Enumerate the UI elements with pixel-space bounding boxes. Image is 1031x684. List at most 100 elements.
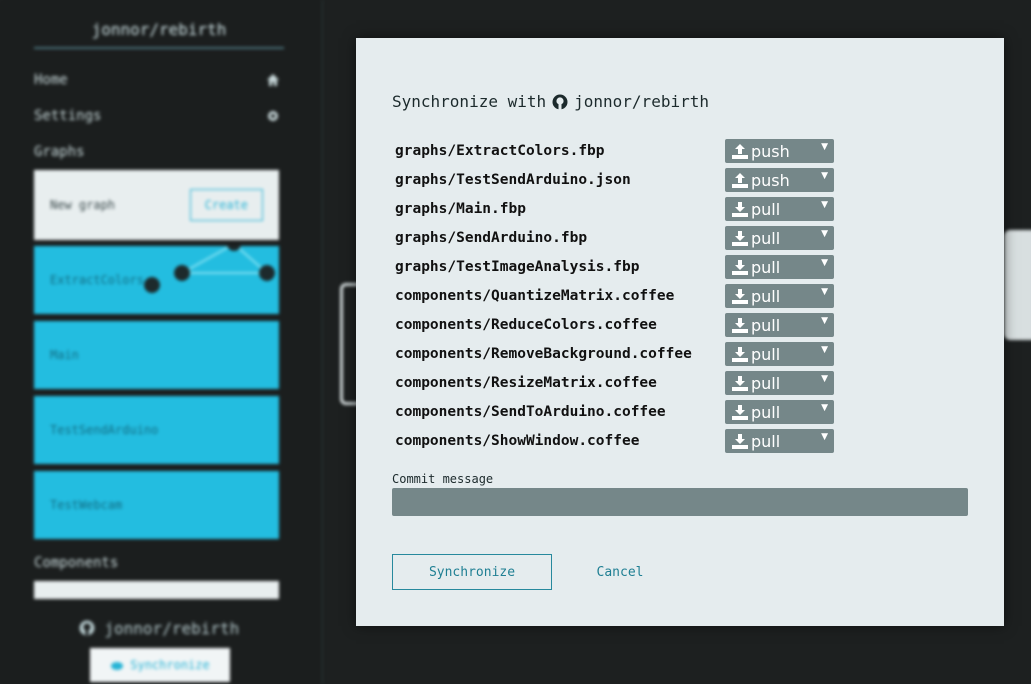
- file-row: graphs/TestImageAnalysis.fbp pull ▼: [395, 252, 834, 281]
- graph-card-label: TestSendArduino: [50, 423, 159, 437]
- file-name: components/SendToArduino.coffee: [395, 403, 666, 420]
- sidebar-sync-button[interactable]: Synchronize: [90, 648, 230, 682]
- sync-action-label: pull: [751, 315, 781, 335]
- caret-down-icon: ▼: [821, 403, 828, 413]
- sidebar-item-label: Settings: [34, 108, 102, 124]
- create-graph-button[interactable]: Create: [189, 189, 263, 221]
- upload-icon: [732, 172, 748, 188]
- sidebar-item-label: Home: [34, 72, 68, 88]
- caret-down-icon: ▼: [821, 142, 828, 152]
- sync-action-select[interactable]: pull ▼: [725, 197, 834, 221]
- graph-node: [1004, 230, 1031, 340]
- graph-preview-icon: [144, 246, 275, 293]
- new-graph-input[interactable]: New graph: [50, 198, 115, 212]
- dialog-title: Synchronize with jonnor/rebirth: [392, 92, 709, 111]
- download-icon: [732, 317, 748, 333]
- upload-icon: [732, 143, 748, 159]
- sidebar-repo-name: jonnor/rebirth: [104, 619, 240, 638]
- caret-down-icon: ▼: [821, 229, 828, 239]
- file-name: components/ReduceColors.coffee: [395, 316, 657, 333]
- file-row: graphs/SendArduino.fbp pull ▼: [395, 223, 834, 252]
- caret-down-icon: ▼: [821, 316, 828, 326]
- download-icon: [732, 259, 748, 275]
- caret-down-icon: ▼: [821, 432, 828, 442]
- file-name: components/QuantizeMatrix.coffee: [395, 287, 675, 304]
- cloud-icon: [110, 660, 124, 670]
- file-name: components/ShowWindow.coffee: [395, 432, 640, 449]
- file-row: graphs/ExtractColors.fbp push ▼: [395, 136, 834, 165]
- github-icon: [552, 94, 568, 110]
- components-list: [34, 581, 279, 599]
- file-row: components/RemoveBackground.coffee pull ▼: [395, 339, 834, 368]
- sync-action-select[interactable]: push ▼: [725, 168, 834, 192]
- sync-action-label: pull: [751, 286, 781, 306]
- sync-action-select[interactable]: pull ▼: [725, 255, 834, 279]
- sync-action-label: pull: [751, 431, 781, 451]
- download-icon: [732, 201, 748, 217]
- cancel-button[interactable]: Cancel: [588, 554, 652, 590]
- sync-action-label: pull: [751, 257, 781, 277]
- file-row: components/ResizeMatrix.coffee pull ▼: [395, 368, 834, 397]
- synchronize-button[interactable]: Synchronize: [392, 554, 552, 590]
- graph-card-testwebcam[interactable]: TestWebcam: [34, 471, 279, 539]
- graph-card-extractcolors[interactable]: ExtractColors: [34, 246, 279, 314]
- graph-card-label: ExtractColors: [50, 273, 144, 287]
- sync-action-select[interactable]: pull ▼: [725, 429, 834, 453]
- download-icon: [732, 433, 748, 449]
- sync-action-select[interactable]: pull ▼: [725, 226, 834, 250]
- file-name: graphs/Main.fbp: [395, 200, 526, 217]
- sync-action-select[interactable]: pull ▼: [725, 342, 834, 366]
- sync-action-label: pull: [751, 373, 781, 393]
- components-heading: Components: [34, 555, 119, 571]
- new-graph-form: New graph Create: [34, 170, 279, 240]
- file-list: graphs/ExtractColors.fbp push ▼ graphs/Test…: [395, 136, 834, 455]
- sync-action-label: pull: [751, 199, 781, 219]
- dialog-title-prefix: Synchronize with: [392, 92, 547, 111]
- sync-action-select[interactable]: pull ▼: [725, 371, 834, 395]
- sync-action-select[interactable]: push ▼: [725, 139, 834, 163]
- graph-card-label: Main: [50, 348, 79, 362]
- sidebar-item-settings[interactable]: Settings: [34, 108, 280, 124]
- graph-card-label: TestWebcam: [50, 498, 123, 512]
- file-row: graphs/TestSendArduino.json push ▼: [395, 165, 834, 194]
- file-name: graphs/TestImageAnalysis.fbp: [395, 258, 640, 275]
- sidebar-item-home[interactable]: Home: [34, 72, 280, 88]
- dialog-repo-name: jonnor/rebirth: [574, 92, 709, 111]
- file-name: graphs/ExtractColors.fbp: [395, 142, 605, 159]
- graph-card-main[interactable]: Main: [34, 321, 279, 389]
- sync-action-label: pull: [751, 228, 781, 248]
- download-icon: [732, 230, 748, 246]
- sync-action-label: pull: [751, 344, 781, 364]
- sidebar-sync-label: Synchronize: [130, 658, 210, 672]
- download-icon: [732, 375, 748, 391]
- download-icon: [732, 404, 748, 420]
- caret-down-icon: ▼: [821, 200, 828, 210]
- file-name: components/ResizeMatrix.coffee: [395, 374, 657, 391]
- file-row: components/SendToArduino.coffee pull ▼: [395, 397, 834, 426]
- file-row: components/QuantizeMatrix.coffee pull ▼: [395, 281, 834, 310]
- sync-action-label: push: [751, 170, 790, 190]
- github-icon: [79, 620, 95, 636]
- caret-down-icon: ▼: [821, 287, 828, 297]
- gear-icon: [266, 109, 280, 123]
- sidebar: jonnor/rebirth Home Settings Graphs New …: [0, 0, 323, 684]
- download-icon: [732, 288, 748, 304]
- graphs-heading: Graphs: [34, 144, 85, 160]
- sync-action-select[interactable]: pull ▼: [725, 284, 834, 308]
- file-name: graphs/TestSendArduino.json: [395, 171, 631, 188]
- commit-message-input[interactable]: [392, 488, 968, 516]
- file-name: graphs/SendArduino.fbp: [395, 229, 588, 246]
- caret-down-icon: ▼: [821, 345, 828, 355]
- caret-down-icon: ▼: [821, 374, 828, 384]
- file-row: components/ReduceColors.coffee pull ▼: [395, 310, 834, 339]
- caret-down-icon: ▼: [821, 258, 828, 268]
- sync-action-label: pull: [751, 402, 781, 422]
- sidebar-repo: jonnor/rebirth: [34, 619, 284, 638]
- sidebar-title: jonnor/rebirth: [34, 20, 284, 49]
- download-icon: [732, 346, 748, 362]
- graph-card-testsendarduino[interactable]: TestSendArduino: [34, 396, 279, 464]
- sync-action-select[interactable]: pull ▼: [725, 400, 834, 424]
- file-row: components/ShowWindow.coffee pull ▼: [395, 426, 834, 455]
- commit-message-label: Commit message: [392, 472, 494, 486]
- sync-action-select[interactable]: pull ▼: [725, 313, 834, 337]
